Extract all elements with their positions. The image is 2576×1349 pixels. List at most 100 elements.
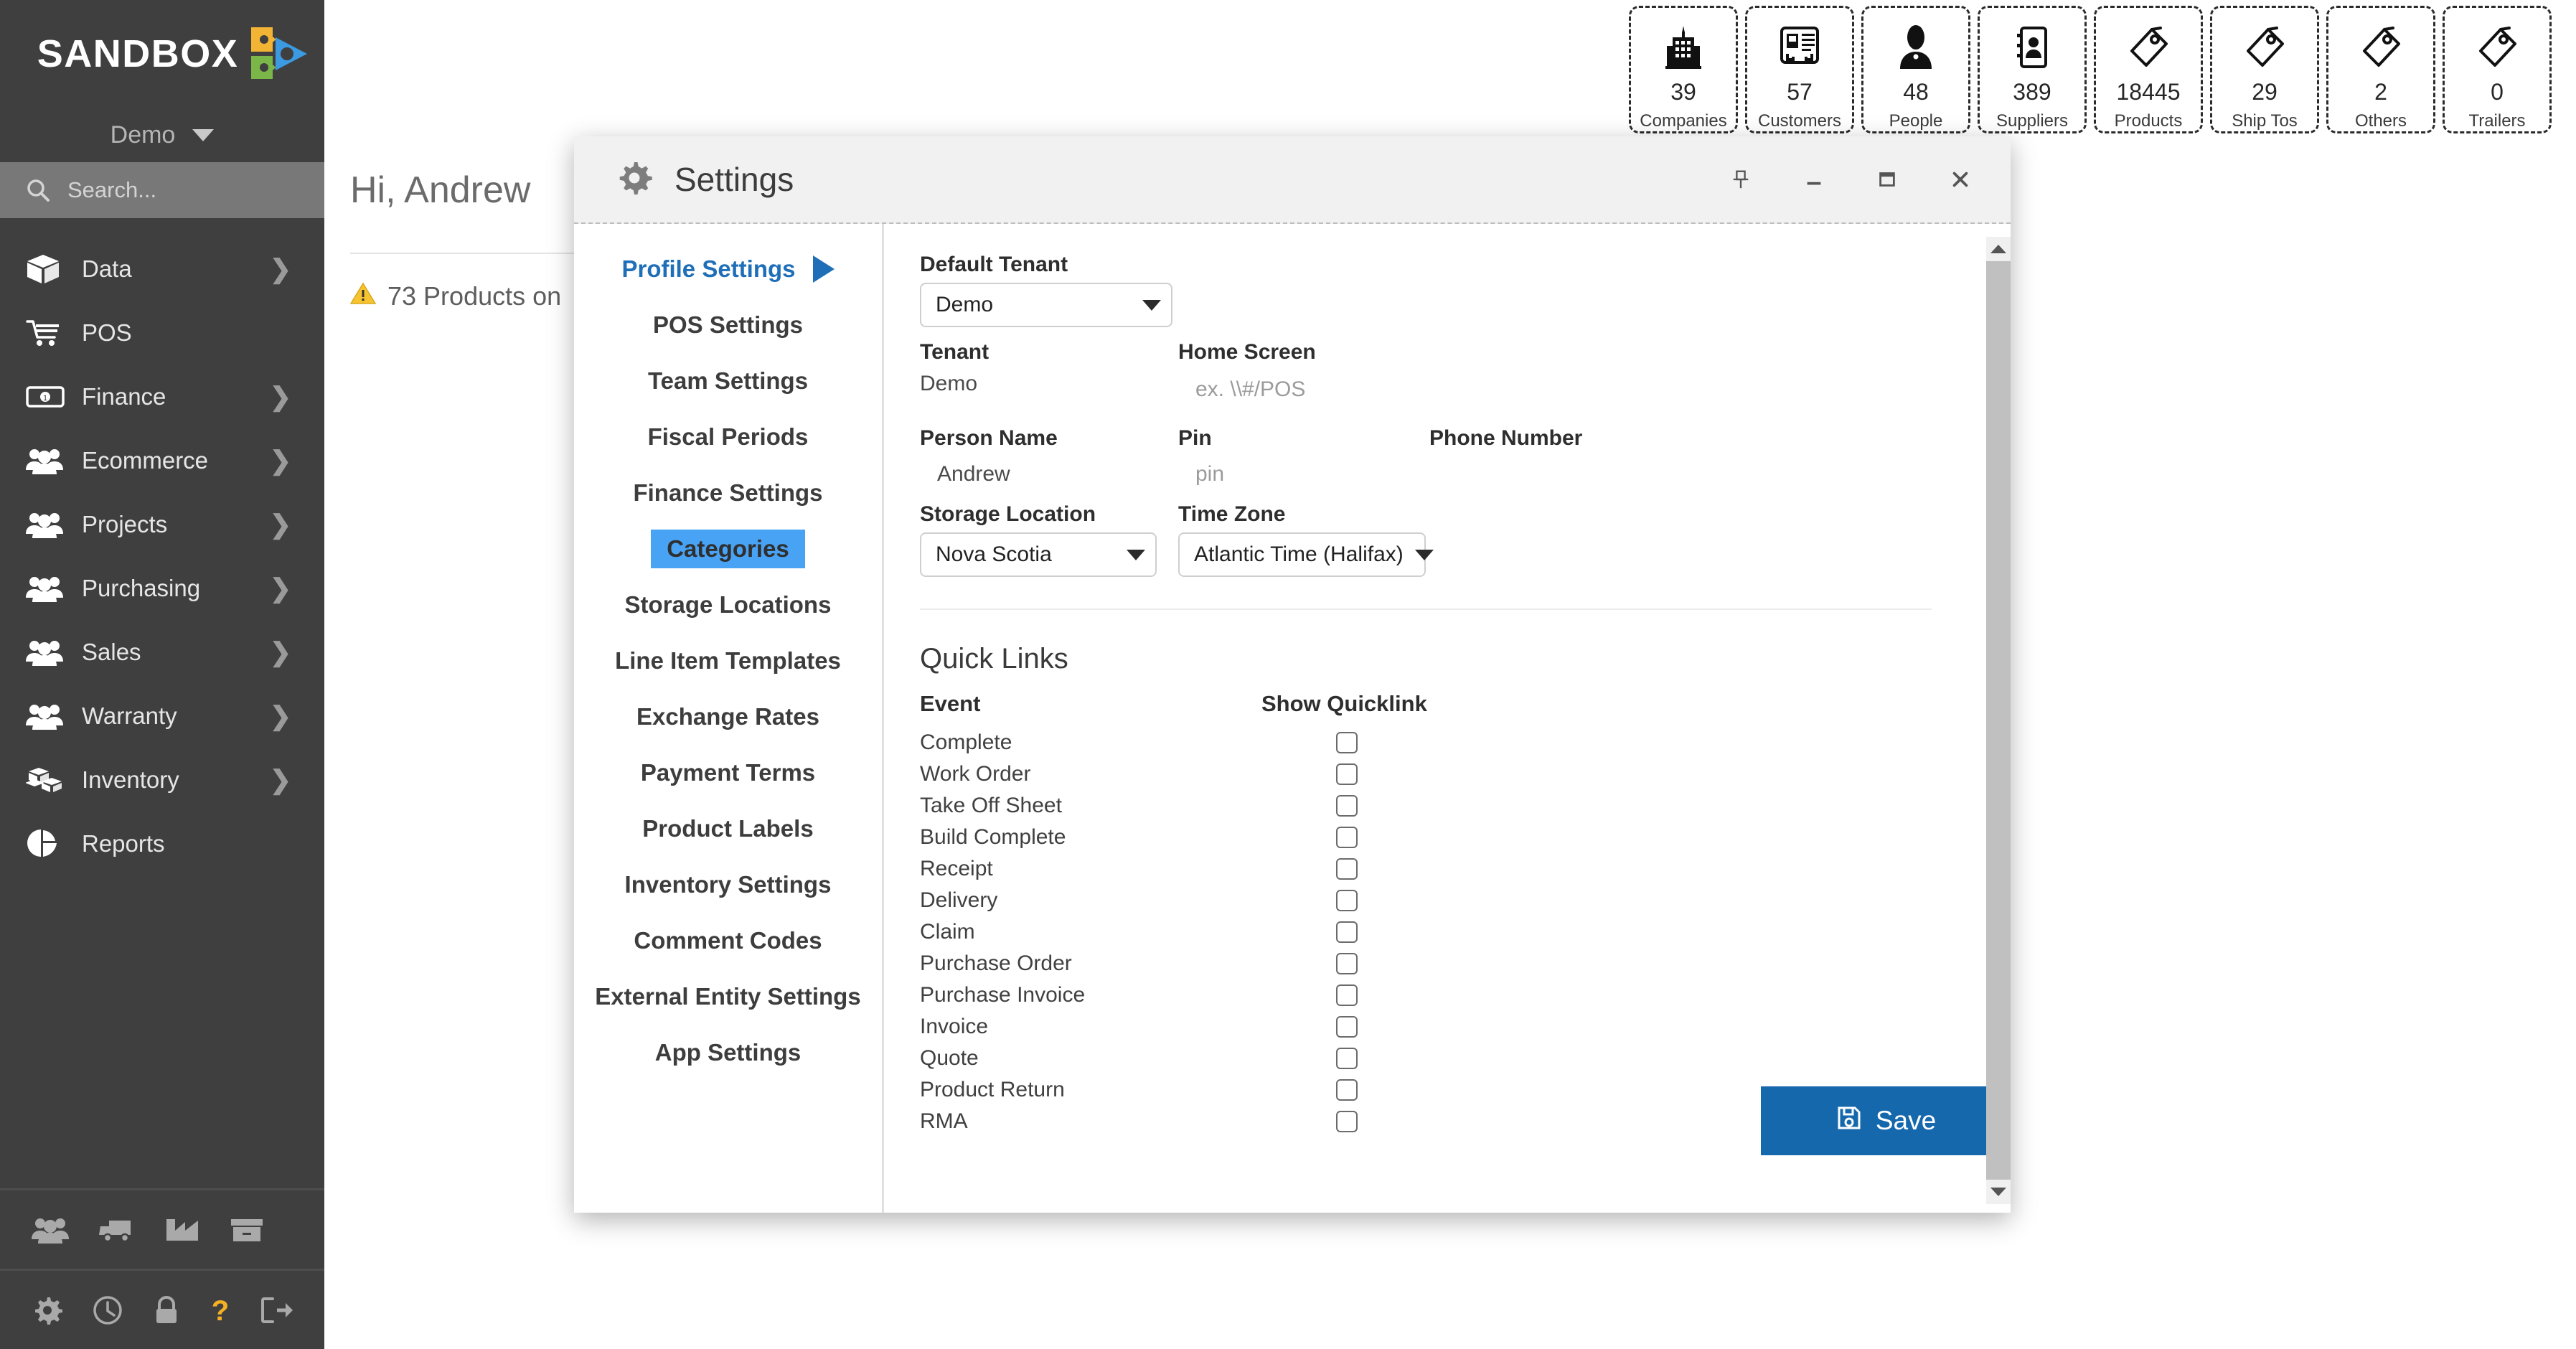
event-name: Work Order: [920, 762, 1031, 786]
sidebar-item-data[interactable]: Data ❯: [0, 237, 324, 301]
sidebar-item-purchasing[interactable]: Purchasing ❯: [0, 556, 324, 620]
settings-menu-label: Comment Codes: [634, 927, 822, 954]
factory-chart-icon[interactable]: [165, 1216, 201, 1244]
person-silhouette-icon: [1897, 21, 1935, 75]
truck-icon[interactable]: [98, 1216, 136, 1244]
sidebar-item-warranty[interactable]: Warranty ❯: [0, 684, 324, 748]
pin-icon[interactable]: [1715, 154, 1767, 205]
sidebar-item-reports[interactable]: Reports: [0, 812, 324, 875]
event-name: Purchase Invoice: [920, 983, 1086, 1007]
archive-box-icon[interactable]: [230, 1216, 264, 1244]
minimize-icon[interactable]: [1788, 154, 1840, 205]
settings-menu-item-product-labels[interactable]: Product Labels: [574, 801, 882, 857]
show-quicklink-checkbox[interactable]: [1336, 858, 1358, 880]
dialog-title: Settings: [674, 161, 794, 198]
show-quicklink-checkbox[interactable]: [1336, 795, 1358, 817]
question-mark-icon[interactable]: ?: [210, 1294, 231, 1326]
clock-icon[interactable]: [92, 1294, 123, 1326]
chevron-right-icon: ❯: [269, 636, 291, 667]
phone-number-input[interactable]: [1429, 462, 1688, 487]
time-zone-field: Time Zone Atlantic Time (Halifax): [1178, 502, 1437, 577]
sidebar-item-inventory[interactable]: Inventory ❯: [0, 748, 324, 812]
users-group-icon[interactable]: [32, 1216, 69, 1244]
sidebar-item-finance[interactable]: 1 Finance ❯: [0, 365, 324, 428]
settings-menu-item-external-entity-settings[interactable]: External Entity Settings: [574, 969, 882, 1025]
product-alert[interactable]: 73 Products on: [349, 281, 561, 311]
show-quicklink-checkbox[interactable]: [1336, 732, 1358, 753]
settings-menu-label: Categories: [651, 530, 805, 568]
settings-menu-item-pos-settings[interactable]: POS Settings: [574, 297, 882, 353]
settings-menu-item-profile-settings[interactable]: Profile Settings: [574, 241, 882, 297]
logout-icon[interactable]: [260, 1296, 294, 1325]
settings-menu-item-payment-terms[interactable]: Payment Terms: [574, 745, 882, 801]
vertical-scrollbar[interactable]: [1986, 224, 2011, 1213]
show-quicklink-checkbox[interactable]: [1336, 890, 1358, 911]
settings-menu-item-team-settings[interactable]: Team Settings: [574, 353, 882, 409]
sidebar-item-ecommerce[interactable]: Ecommerce ❯: [0, 428, 324, 492]
time-zone-select[interactable]: Atlantic Time (Halifax): [1178, 532, 1434, 577]
stat-card-others[interactable]: 2 Others: [2326, 6, 2435, 133]
show-quicklink-checkbox[interactable]: [1336, 984, 1358, 1006]
gear-icon[interactable]: [32, 1294, 63, 1326]
sidebar-item-pos[interactable]: POS: [0, 301, 324, 365]
scroll-down-button[interactable]: [1986, 1180, 2011, 1204]
show-quicklink-checkbox[interactable]: [1336, 827, 1358, 848]
scrollbar-thumb[interactable]: [1986, 261, 2011, 1180]
show-quicklink-checkbox[interactable]: [1336, 1079, 1358, 1101]
settings-menu-item-inventory-settings[interactable]: Inventory Settings: [574, 857, 882, 913]
sidebar-nav: Data ❯ POS 1 Finance ❯ Ecommerce ❯ Proje…: [0, 218, 324, 875]
maximize-icon[interactable]: [1861, 154, 1913, 205]
save-button[interactable]: Save: [1761, 1086, 2011, 1155]
home-screen-input[interactable]: ex. \\#/POS: [1178, 377, 1429, 402]
settings-menu-item-fiscal-periods[interactable]: Fiscal Periods: [574, 409, 882, 465]
stat-card-people[interactable]: 48 People: [1861, 6, 1970, 133]
stat-value: 57: [1787, 79, 1813, 105]
chevron-right-icon: ❯: [269, 381, 291, 411]
stat-card-customers[interactable]: 57 Customers: [1745, 6, 1854, 133]
default-tenant-label: Default Tenant: [920, 253, 1068, 276]
table-row: Build Complete: [920, 822, 2011, 853]
show-quicklink-checkbox[interactable]: [1336, 1016, 1358, 1038]
chevron-right-icon: ❯: [269, 509, 291, 539]
tenant-value: Demo: [920, 372, 978, 395]
show-quicklink-checkbox[interactable]: [1336, 1111, 1358, 1132]
search-input[interactable]: Search...: [0, 162, 324, 218]
pin-input[interactable]: pin: [1178, 462, 1429, 487]
show-quicklink-checkbox[interactable]: [1336, 1048, 1358, 1069]
lock-icon[interactable]: [152, 1294, 181, 1326]
stat-card-trailers[interactable]: 0 Trailers: [2443, 6, 2552, 133]
sidebar-item-sales[interactable]: Sales ❯: [0, 620, 324, 684]
stat-card-ship-tos[interactable]: 29 Ship Tos: [2210, 6, 2319, 133]
tenant-selector[interactable]: Demo: [0, 108, 324, 162]
settings-menu-item-app-settings[interactable]: App Settings: [574, 1025, 882, 1081]
event-name: Product Return: [920, 1078, 1065, 1101]
dialog-title-bar[interactable]: Settings: [574, 136, 2011, 224]
settings-menu-item-finance-settings[interactable]: Finance Settings: [574, 465, 882, 521]
stat-card-products[interactable]: 18445 Products: [2094, 6, 2203, 133]
brand-logo-area: SANDBOX: [0, 0, 324, 108]
storage-location-select[interactable]: Nova Scotia: [920, 532, 1157, 577]
show-quicklink-checkbox[interactable]: [1336, 763, 1358, 785]
users-group-icon: [26, 639, 70, 666]
settings-menu-label: App Settings: [654, 1039, 802, 1066]
close-icon[interactable]: [1935, 154, 1986, 205]
stat-label: People: [1889, 111, 1943, 131]
default-tenant-select[interactable]: Demo: [920, 283, 1172, 327]
show-quicklink-checkbox[interactable]: [1336, 921, 1358, 943]
show-quicklink-checkbox[interactable]: [1336, 953, 1358, 974]
settings-menu-item-exchange-rates[interactable]: Exchange Rates: [574, 689, 882, 745]
settings-dialog: Settings Profile Settings POS Settings T…: [574, 136, 2011, 1213]
table-row: Complete: [920, 727, 2011, 758]
sidebar-item-projects[interactable]: Projects ❯: [0, 492, 324, 556]
settings-menu-item-categories[interactable]: Categories: [574, 521, 882, 577]
stat-label: Customers: [1757, 111, 1842, 131]
person-name-input[interactable]: Andrew: [920, 462, 1178, 487]
stat-card-suppliers[interactable]: 389 Suppliers: [1978, 6, 2087, 133]
settings-menu-item-line-item-templates[interactable]: Line Item Templates: [574, 633, 882, 689]
stat-card-companies[interactable]: 39 Companies: [1629, 6, 1738, 133]
dialog-window-controls: [1715, 136, 1986, 222]
scroll-up-button[interactable]: [1986, 237, 2011, 261]
settings-menu-item-storage-locations[interactable]: Storage Locations: [574, 577, 882, 633]
settings-menu-item-comment-codes[interactable]: Comment Codes: [574, 913, 882, 969]
search-placeholder: Search...: [67, 177, 157, 202]
